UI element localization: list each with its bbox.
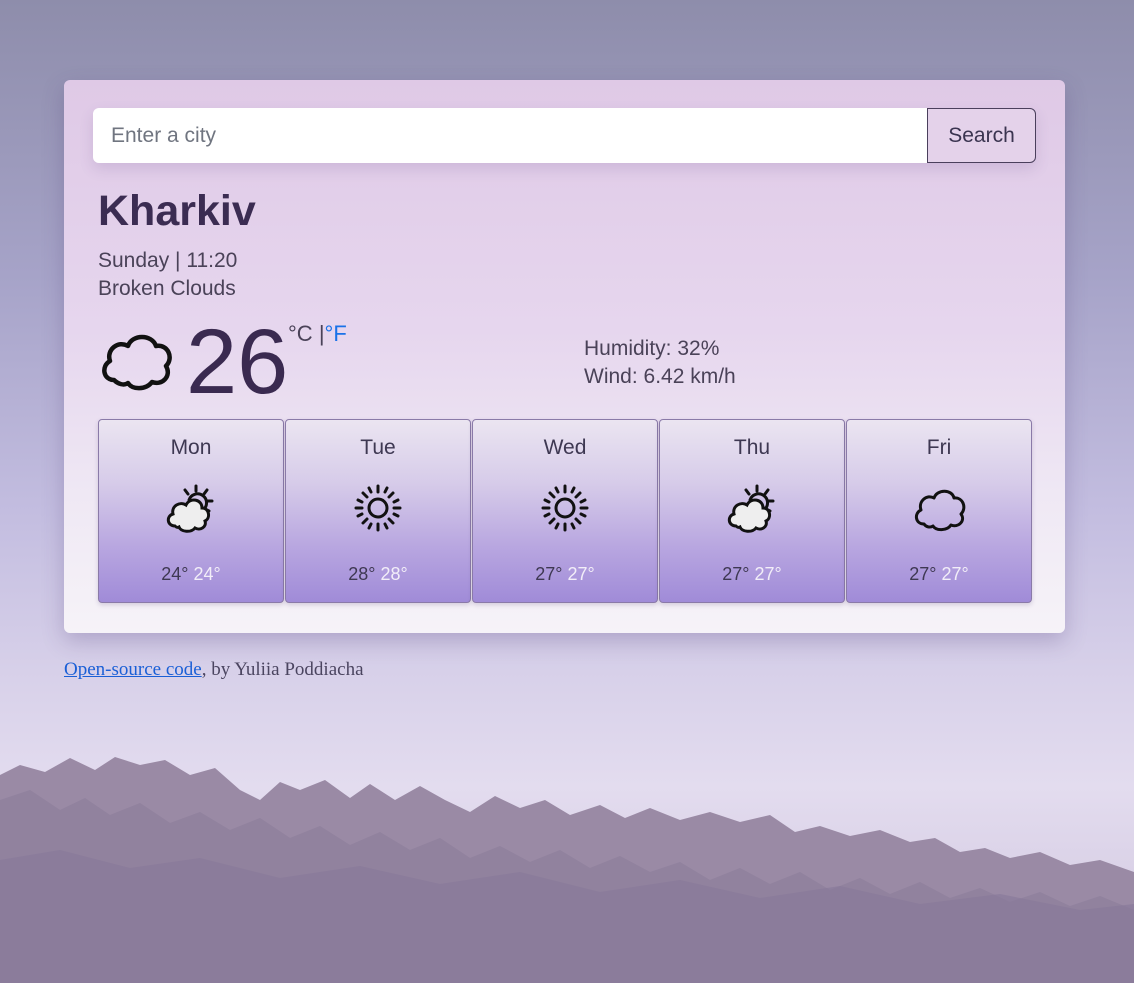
forecast-day: Fri 27° 27° (846, 419, 1032, 603)
forecast-day-name: Tue (360, 436, 396, 459)
city-name: Kharkiv (98, 187, 256, 235)
current-conditions: 26 °C |°F (98, 312, 1038, 412)
humidity-value: Humidity: 32% (584, 337, 720, 360)
sun-icon (541, 484, 589, 532)
weather-details: Humidity: 32% Wind: 6.42 km/h (584, 335, 736, 391)
wind-value: Wind: 6.42 km/h (584, 365, 736, 388)
forecast-day: Mon 24° 24° (98, 419, 284, 603)
forecast-temps: 27° 27° (660, 564, 844, 585)
city-search-input[interactable] (93, 108, 927, 163)
forecast-day-name: Thu (733, 436, 771, 459)
forecast-max-temp: 28° (348, 564, 376, 584)
forecast-min-temp: 24° (193, 564, 221, 584)
forecast-day: Thu 27° 27° (659, 419, 845, 603)
forecast-temps: 27° 27° (847, 564, 1031, 585)
celsius-unit[interactable]: °C (288, 321, 313, 346)
forecast-min-temp: 27° (754, 564, 782, 584)
forecast-min-temp: 27° (941, 564, 969, 584)
current-meta: Sunday | 11:20 Broken Clouds (98, 247, 237, 303)
cloud-icon (915, 489, 966, 532)
search-button[interactable]: Search (927, 108, 1036, 163)
forecast-min-temp: 27° (567, 564, 595, 584)
page-footer: Open-source code, by Yuliia Poddiacha (64, 659, 364, 681)
forecast-max-temp: 27° (722, 564, 750, 584)
forecast-max-temp: 27° (909, 564, 937, 584)
sun-icon (354, 484, 402, 532)
forecast-row: Mon 24° 24° Tue 28° 28° Wed 27° 27° Thu … (98, 419, 1032, 603)
forecast-min-temp: 28° (380, 564, 408, 584)
open-source-code-link[interactable]: Open-source code (64, 659, 202, 680)
forecast-day: Tue 28° 28° (285, 419, 471, 603)
partly-sunny-icon (166, 484, 214, 533)
fahrenheit-link[interactable]: °F (325, 321, 347, 346)
forecast-day-name: Mon (170, 436, 212, 459)
forecast-max-temp: 27° (535, 564, 563, 584)
partly-sunny-icon (727, 484, 775, 533)
cloud-icon (102, 334, 172, 391)
weather-description: Broken Clouds (98, 277, 236, 300)
current-day-time: Sunday | 11:20 (98, 249, 238, 272)
forecast-temps: 28° 28° (286, 564, 470, 585)
unit-toggle: °C |°F (288, 321, 347, 347)
author-credit: , by Yuliia Poddiacha (201, 659, 364, 680)
forecast-temps: 27° 27° (473, 564, 657, 585)
weather-card: Search Kharkiv Sunday | 11:20 Broken Clo… (64, 80, 1065, 633)
forecast-day-name: Wed (543, 436, 587, 459)
forecast-day-name: Fri (926, 436, 952, 459)
forecast-temps: 24° 24° (99, 564, 283, 585)
forecast-max-temp: 24° (161, 564, 189, 584)
forecast-day: Wed 27° 27° (472, 419, 658, 603)
search-form: Search (93, 108, 1036, 163)
current-temperature: 26 (186, 311, 289, 413)
